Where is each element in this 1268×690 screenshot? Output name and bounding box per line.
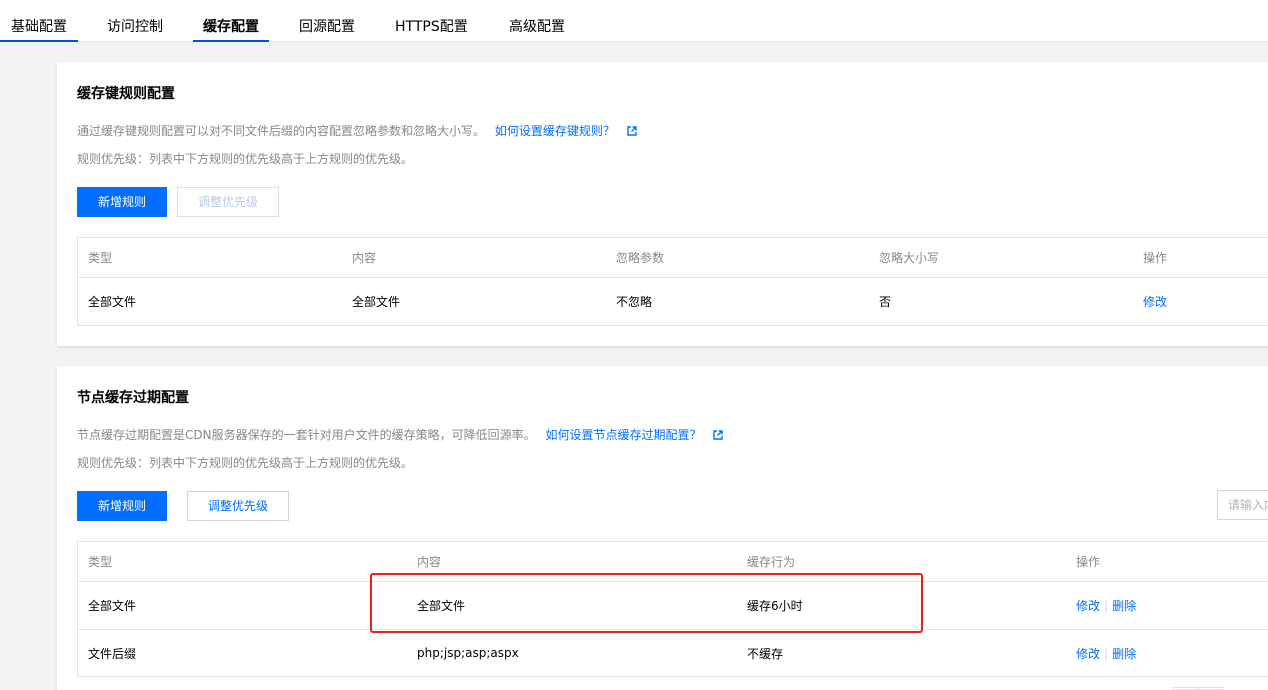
column-header: 忽略参数 [616, 251, 665, 265]
row-actions: 修改 [1143, 278, 1167, 325]
tab-access-control[interactable]: 访问控制 [107, 0, 163, 42]
tab-underline [193, 40, 269, 42]
cell-content: 全部文件 [352, 295, 401, 309]
help-link[interactable]: 如何设置缓存键规则？ [495, 124, 615, 138]
cell-content: php;jsp;asp;aspx [417, 646, 519, 660]
tab-cache-config[interactable]: 缓存配置 [193, 0, 269, 42]
table-header: 类型 内容 缓存行为 操作 [78, 542, 1268, 582]
column-header: 缓存行为 [747, 555, 796, 569]
table-header: 类型 内容 忽略参数 忽略大小写 操作 [78, 238, 1268, 278]
card-title: 缓存键规则配置 [77, 86, 175, 102]
action-divider: | [1104, 646, 1109, 660]
tab-basic-config[interactable]: 基础配置 [0, 0, 78, 42]
cell-content: 全部文件 [417, 599, 466, 613]
table-row: 全部文件 全部文件 不忽略 否 修改 [78, 278, 1268, 325]
cache-key-card: 缓存键规则配置 通过缓存键规则配置可以对不同文件后缀的内容配置忽略参数和忽略大小… [57, 62, 1268, 346]
description-text: 通过缓存键规则配置可以对不同文件后缀的内容配置忽略参数和忽略大小写。 [77, 124, 486, 138]
tab-origin-config[interactable]: 回源配置 [299, 0, 355, 42]
delete-link[interactable]: 删除 [1112, 645, 1136, 662]
cell-cache-behavior: 缓存6小时 [747, 599, 803, 613]
description-text: 节点缓存过期配置是CDN服务器保存的一套针对用户文件的缓存策略，可降低回源率。 [77, 428, 536, 442]
table-row: 全部文件 全部文件 缓存6小时 修改 | 删除 [78, 582, 1268, 629]
external-link-icon[interactable] [626, 126, 637, 136]
cell-ignore-params: 不忽略 [616, 295, 653, 309]
action-divider: | [1104, 598, 1109, 613]
delete-link[interactable]: 删除 [1112, 597, 1136, 614]
tab-https-config[interactable]: HTTPS配置 [395, 0, 468, 42]
tab-advanced-config[interactable]: 高级配置 [509, 0, 565, 42]
row-actions: 修改 | 删除 [1076, 582, 1136, 629]
adjust-priority-button[interactable]: 调整优先级 [187, 491, 289, 521]
priority-note: 规则优先级：列表中下方规则的优先级高于上方规则的优先级。 [77, 152, 414, 166]
cell-type: 全部文件 [88, 295, 137, 309]
cell-type: 文件后缀 [88, 646, 137, 661]
external-link-icon[interactable] [713, 430, 723, 440]
cell-ignore-case: 否 [879, 295, 892, 309]
column-header: 操作 [1076, 555, 1101, 569]
column-header: 内容 [352, 251, 377, 265]
edit-link[interactable]: 修改 [1143, 293, 1167, 310]
help-link[interactable]: 如何设置节点缓存过期配置？ [545, 428, 701, 442]
priority-note: 规则优先级：列表中下方规则的优先级高于上方规则的优先级。 [77, 456, 414, 470]
table-row: 文件后缀 php;jsp;asp;aspx 不缓存 修改 | 删除 [78, 629, 1268, 676]
edit-link[interactable]: 修改 [1076, 597, 1100, 614]
search-input[interactable]: 请输入内 [1217, 490, 1268, 520]
node-cache-card: 节点缓存过期配置 节点缓存过期配置是CDN服务器保存的一套针对用户文件的缓存策略… [57, 366, 1268, 690]
column-header: 类型 [88, 251, 113, 265]
tab-underline [0, 40, 78, 42]
edit-link[interactable]: 修改 [1076, 645, 1100, 662]
cell-type: 全部文件 [88, 599, 137, 613]
column-header: 类型 [88, 555, 113, 569]
column-header: 内容 [417, 555, 442, 569]
adjust-priority-button[interactable]: 调整优先级 [177, 187, 279, 217]
column-header: 操作 [1143, 251, 1168, 265]
card-title: 节点缓存过期配置 [77, 390, 189, 406]
row-actions: 修改 | 删除 [1076, 630, 1136, 676]
card-description: 节点缓存过期配置是CDN服务器保存的一套针对用户文件的缓存策略，可降低回源率。 … [77, 426, 723, 443]
add-rule-button[interactable]: 新增规则 [77, 187, 167, 217]
card-description: 通过缓存键规则配置可以对不同文件后缀的内容配置忽略参数和忽略大小写。 如何设置缓… [77, 122, 637, 139]
tab-bar: 基础配置 访问控制 缓存配置 回源配置 HTTPS配置 高级配置 [0, 0, 1268, 42]
add-rule-button[interactable]: 新增规则 [77, 491, 167, 521]
cache-key-table: 类型 内容 忽略参数 忽略大小写 操作 全部文件 全部文件 不忽略 否 修改 [77, 237, 1268, 326]
cell-cache-behavior: 不缓存 [747, 646, 784, 661]
node-cache-table: 类型 内容 缓存行为 操作 全部文件 全部文件 缓存6小时 修改 | 删除 文件… [77, 541, 1268, 677]
column-header: 忽略大小写 [879, 251, 940, 265]
